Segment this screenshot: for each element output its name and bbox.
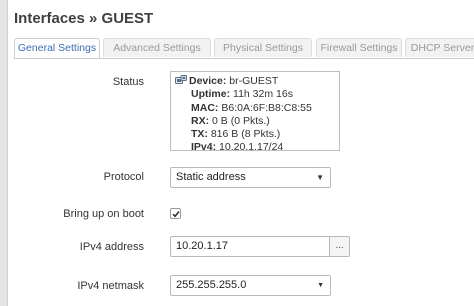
status-mac-key: MAC: bbox=[191, 101, 219, 114]
tab-firewall-settings[interactable]: Firewall Settings bbox=[316, 38, 402, 57]
checkmark-icon bbox=[172, 210, 180, 218]
ipv4-address-label: IPv4 address bbox=[79, 241, 144, 253]
status-device-row: Device: br-GUEST bbox=[175, 75, 335, 88]
tab-general-settings[interactable]: General Settings bbox=[14, 38, 100, 59]
ipv4-address-more-button[interactable]: ... bbox=[329, 236, 350, 257]
tab-divider bbox=[14, 58, 474, 59]
status-uptime-value: 11h 32m 16s bbox=[233, 88, 293, 101]
status-rx-key: RX: bbox=[191, 114, 210, 127]
status-tx-value: 816 B (8 Pkts.) bbox=[210, 128, 281, 141]
status-device-value: br-GUEST bbox=[229, 75, 279, 87]
protocol-select-value: Static address bbox=[176, 171, 246, 183]
sidebar-edge bbox=[0, 0, 8, 306]
status-rx-value: 0 B (0 Pkts.) bbox=[212, 114, 270, 127]
status-uptime-key: Uptime: bbox=[191, 88, 231, 101]
ethernet-port-icon bbox=[175, 75, 187, 84]
caret-down-icon: ▼ bbox=[317, 282, 324, 289]
status-tx-row: TX: 816 B (8 Pkts.) bbox=[175, 128, 335, 141]
protocol-select[interactable]: Static address ▼ bbox=[170, 167, 331, 188]
status-label: Status bbox=[112, 76, 144, 88]
status-mac-row: MAC: B6:0A:6F:B8:C8:55 bbox=[175, 102, 335, 115]
tab-dhcp-server[interactable]: DHCP Server bbox=[405, 38, 474, 57]
status-ipv4-key: IPv4: bbox=[191, 141, 217, 151]
protocol-label: Protocol bbox=[103, 171, 144, 183]
page-title: Interfaces » GUEST bbox=[14, 10, 154, 27]
ipv4-netmask-label: IPv4 netmask bbox=[77, 280, 144, 292]
status-ipv4-value: 10.20.1.17/24 bbox=[219, 141, 284, 151]
status-rx-row: RX: 0 B (0 Pkts.) bbox=[175, 115, 335, 128]
tab-advanced-settings[interactable]: Advanced Settings bbox=[103, 38, 211, 57]
ipv4-netmask-select[interactable]: 255.255.255.0 ▼ bbox=[170, 275, 331, 296]
status-device-key: Device: bbox=[189, 75, 227, 87]
status-ipv4-row: IPv4: 10.20.1.17/24 bbox=[175, 141, 335, 151]
bring-up-checkbox[interactable] bbox=[170, 208, 181, 219]
status-panel: Device: br-GUEST Uptime: 11h 32m 16s MAC… bbox=[170, 71, 340, 151]
status-mac-value: B6:0A:6F:B8:C8:55 bbox=[221, 101, 312, 114]
caret-down-icon: ▼ bbox=[316, 173, 324, 182]
bring-up-label: Bring up on boot bbox=[63, 208, 144, 220]
ipv4-address-input[interactable]: 10.20.1.17 bbox=[170, 236, 329, 257]
tab-physical-settings[interactable]: Physical Settings bbox=[214, 38, 312, 57]
ipv4-netmask-value: 255.255.255.0 bbox=[176, 279, 247, 291]
status-tx-key: TX: bbox=[191, 128, 208, 141]
status-uptime-row: Uptime: 11h 32m 16s bbox=[175, 88, 335, 101]
